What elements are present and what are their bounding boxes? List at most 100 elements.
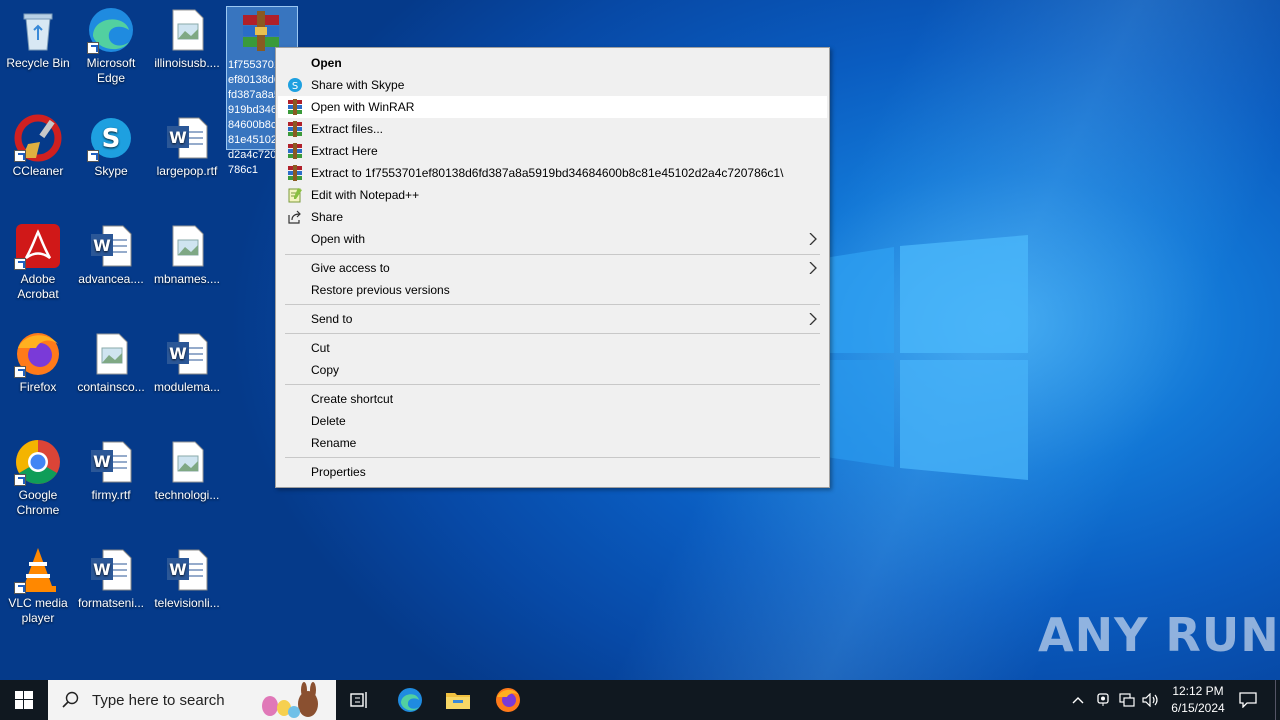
desktop-icon[interactable]: CCleaner <box>0 114 76 179</box>
svg-text:W: W <box>169 128 187 147</box>
tray-device-icon[interactable] <box>1093 680 1113 720</box>
windows-wallpaper-logo <box>812 235 1028 480</box>
tray-volume-icon[interactable] <box>1140 680 1162 720</box>
desktop-icon[interactable]: VLC media player <box>0 546 76 626</box>
shortcut-arrow-icon <box>14 474 26 486</box>
menu-item-open-winrar[interactable]: Open with WinRAR <box>278 96 827 118</box>
menu-item-send-to[interactable]: Send to <box>278 308 827 330</box>
desktop-icon[interactable]: Wformatseni... <box>73 546 149 611</box>
selected-file-label: 1f7553701ef80138d6fd387a8a5919bd34684600… <box>228 59 280 176</box>
menu-item-open[interactable]: Open <box>278 52 827 74</box>
desktop-icon-label: Adobe Acrobat <box>17 272 59 301</box>
menu-separator <box>285 304 820 305</box>
folder-icon <box>446 693 470 709</box>
desktop-icon[interactable]: Recycle Bin <box>0 6 76 71</box>
firefox-icon <box>14 330 62 378</box>
chevron-up-icon <box>1072 697 1084 704</box>
desktop-icon[interactable]: mbnames.... <box>149 222 225 287</box>
skype-icon: S <box>87 114 135 162</box>
context-menu: Open S Share with Skype Open with WinRAR… <box>275 47 830 488</box>
desktop-icon-label: modulema... <box>153 380 221 394</box>
menu-item-cut[interactable]: Cut <box>278 337 827 359</box>
word-doc-icon: W <box>163 330 211 378</box>
desktop-icon-label: mbnames.... <box>153 272 221 286</box>
desktop-icon[interactable]: illinoisusb.... <box>149 6 225 71</box>
menu-item-copy[interactable]: Copy <box>278 359 827 381</box>
skype-icon: S <box>288 78 302 92</box>
svg-text:W: W <box>169 344 187 363</box>
menu-item-extract-to[interactable]: Extract to 1f7553701ef80138d6fd387a8a591… <box>278 162 827 184</box>
menu-item-edit-notepadpp[interactable]: Edit with Notepad++ <box>278 184 827 206</box>
desktop-icon[interactable]: Wfirmy.rtf <box>73 438 149 503</box>
taskbar: Type here to search 12:12 PM 6/15/2024 <box>0 680 1280 720</box>
clock-date: 6/15/2024 <box>1171 701 1225 715</box>
desktop-icon-label: illinoisusb.... <box>154 56 220 70</box>
edge-icon <box>398 688 422 712</box>
show-desktop-strip[interactable] <box>1275 680 1280 720</box>
menu-item-extract-files[interactable]: Extract files... <box>278 118 827 140</box>
desktop-icon-label: VLC media player <box>8 596 68 625</box>
action-center-button[interactable] <box>1228 680 1268 720</box>
desktop-icon-label: televisionli... <box>154 596 220 610</box>
svg-text:W: W <box>169 560 187 579</box>
menu-separator <box>285 333 820 334</box>
desktop-icon[interactable]: Google Chrome <box>0 438 76 518</box>
start-button[interactable] <box>0 680 48 720</box>
recycle-bin-icon <box>14 6 62 54</box>
desktop-icon-label: CCleaner <box>12 164 64 178</box>
winrar-icon <box>288 143 302 159</box>
acrobat-icon <box>14 222 62 270</box>
svg-text:S: S <box>102 124 121 154</box>
image-file-icon <box>163 222 211 270</box>
winrar-icon <box>288 99 302 115</box>
menu-item-delete[interactable]: Delete <box>278 410 827 432</box>
word-doc-icon: W <box>163 114 211 162</box>
svg-text:W: W <box>93 236 111 255</box>
taskbar-clock[interactable]: 12:12 PM 6/15/2024 <box>1162 683 1234 717</box>
edge-icon <box>87 6 135 54</box>
desktop-icon[interactable]: S Skype <box>73 114 149 179</box>
word-doc-icon: W <box>87 546 135 594</box>
taskbar-firefox-button[interactable] <box>484 680 532 720</box>
desktop-icon[interactable]: Firefox <box>0 330 76 395</box>
taskbar-file-explorer-button[interactable] <box>434 680 482 720</box>
chevron-right-icon <box>809 313 817 325</box>
tray-show-hidden-icons[interactable] <box>1068 680 1088 720</box>
network-icon <box>1119 693 1135 707</box>
desktop-icon[interactable]: containsco... <box>73 330 149 395</box>
menu-item-extract-here[interactable]: Extract Here <box>278 140 827 162</box>
menu-item-give-access[interactable]: Give access to <box>278 257 827 279</box>
desktop-icon[interactable]: Microsoft Edge <box>73 6 149 86</box>
taskbar-search-box[interactable]: Type here to search <box>48 680 336 720</box>
desktop-icon-label: Google Chrome <box>16 488 60 517</box>
windows-start-icon <box>15 691 33 709</box>
desktop-icon[interactable]: Wtelevisionli... <box>149 546 225 611</box>
desktop-icon-label: Firefox <box>19 380 57 394</box>
desktop-icon[interactable]: Wmodulema... <box>149 330 225 395</box>
tray-network-icon[interactable] <box>1116 680 1138 720</box>
menu-item-share-skype[interactable]: S Share with Skype <box>278 74 827 96</box>
menu-separator <box>285 254 820 255</box>
menu-item-create-shortcut[interactable]: Create shortcut <box>278 388 827 410</box>
winrar-icon <box>288 165 302 181</box>
desktop-icon[interactable]: Wadvancea.... <box>73 222 149 287</box>
desktop-icon[interactable]: Wlargepop.rtf <box>149 114 225 179</box>
desktop-icon-label: Recycle Bin <box>6 56 70 70</box>
menu-item-open-with[interactable]: Open with <box>278 228 827 250</box>
taskbar-edge-button[interactable] <box>386 680 434 720</box>
svg-text:W: W <box>93 452 111 471</box>
task-view-button[interactable] <box>336 680 384 720</box>
shortcut-arrow-icon <box>14 258 26 270</box>
desktop-icon[interactable]: Adobe Acrobat <box>0 222 76 302</box>
menu-item-rename[interactable]: Rename <box>278 432 827 454</box>
shortcut-arrow-icon <box>87 42 99 54</box>
word-doc-icon: W <box>163 546 211 594</box>
menu-item-share[interactable]: Share <box>278 206 827 228</box>
firefox-icon <box>496 688 520 712</box>
desktop-icon-label: advancea.... <box>78 272 144 286</box>
desktop-icon[interactable]: technologi... <box>149 438 225 503</box>
menu-item-restore-versions[interactable]: Restore previous versions <box>278 279 827 301</box>
menu-item-properties[interactable]: Properties <box>278 461 827 483</box>
chrome-icon <box>14 438 62 486</box>
svg-text:S: S <box>292 81 298 92</box>
